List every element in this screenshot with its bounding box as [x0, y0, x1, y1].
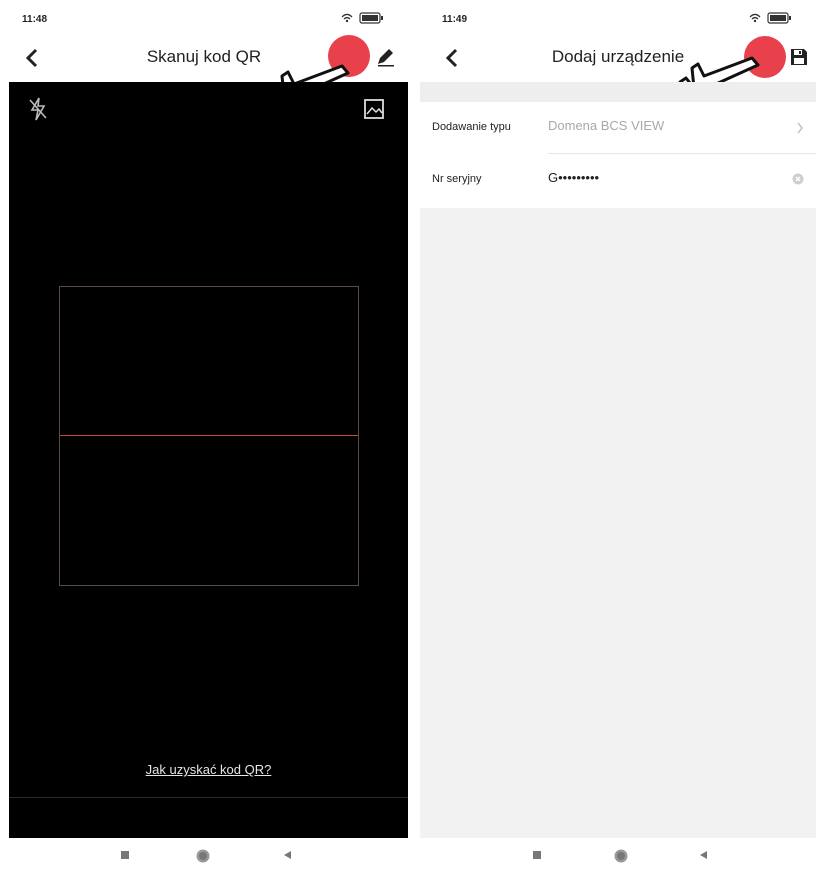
device-form: Dodawanie typu Domena BCS VIEW Nr seryjn…: [420, 102, 816, 206]
status-bar: 11:49: [420, 0, 816, 34]
system-nav-bar: [420, 838, 816, 872]
serial-row: Nr seryjny G•••••••••: [420, 154, 816, 206]
serial-label: Nr seryjny: [432, 173, 482, 185]
system-nav-bar: [0, 838, 408, 872]
content-background: [420, 208, 816, 838]
flash-off-icon[interactable]: [27, 96, 49, 127]
add-type-row[interactable]: Dodawanie typu Domena BCS VIEW: [420, 102, 816, 154]
nav-back-icon[interactable]: [280, 848, 294, 867]
chevron-right-icon: [796, 121, 804, 139]
recent-apps-icon[interactable]: [530, 848, 544, 867]
status-icons: [748, 11, 794, 29]
home-icon[interactable]: [613, 848, 629, 869]
edit-icon[interactable]: [374, 46, 396, 73]
add-device-screen: 11:49 Dodaj urządzenie Dodawanie typu Do…: [420, 0, 816, 872]
status-icons: [340, 11, 386, 29]
add-type-value: Domena BCS VIEW: [548, 118, 665, 133]
scan-line: [60, 435, 358, 436]
status-bar: 11:48: [0, 0, 408, 34]
recent-apps-icon[interactable]: [118, 848, 132, 867]
serial-input[interactable]: G•••••••••: [548, 170, 599, 185]
divider: [9, 797, 408, 798]
scan-frame: [59, 286, 359, 586]
save-icon[interactable]: [788, 46, 810, 73]
camera-view: Jak uzyskać kod QR?: [9, 82, 408, 838]
home-icon[interactable]: [195, 848, 211, 869]
nav-back-icon[interactable]: [696, 848, 710, 867]
status-time: 11:49: [442, 14, 468, 25]
status-time: 11:48: [22, 14, 48, 25]
gallery-icon[interactable]: [363, 98, 385, 125]
scan-qr-screen: 11:48 Skanuj kod QR Jak uzyskać kod QR?: [0, 0, 408, 872]
qr-help-link[interactable]: Jak uzyskać kod QR?: [9, 762, 408, 777]
clear-icon[interactable]: [792, 172, 804, 190]
section-gap: [420, 82, 816, 102]
add-type-label: Dodawanie typu: [432, 121, 511, 133]
